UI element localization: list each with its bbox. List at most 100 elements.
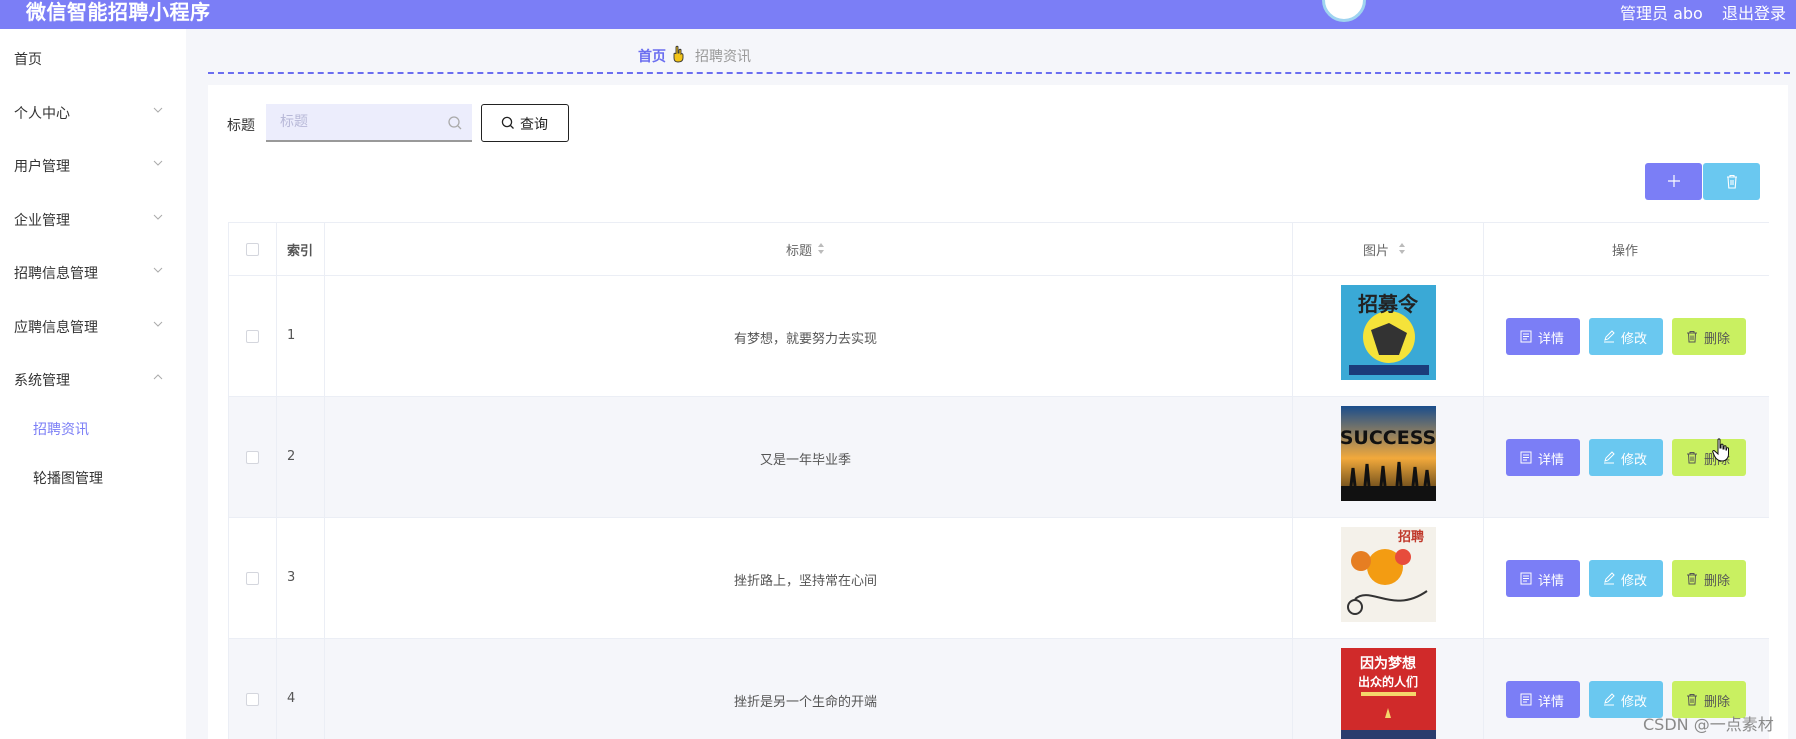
dream-poster-image[interactable]: 因为梦想 出众的人们 (1341, 648, 1436, 739)
chevron-down-icon (153, 214, 163, 220)
document-icon (1520, 330, 1532, 343)
admin-username: 管理员 abo (1620, 4, 1703, 23)
sidebar-item-user-management[interactable]: 用户管理 (0, 150, 186, 180)
sidebar-item-label: 系统管理 (14, 373, 70, 389)
document-icon (1520, 451, 1532, 464)
detail-button[interactable]: 详情 (1506, 560, 1580, 597)
edit-icon (1604, 572, 1615, 585)
delete-button-label: 删除 (1704, 695, 1731, 710)
select-all-checkbox[interactable] (246, 243, 259, 256)
column-header-label: 操作 (1612, 244, 1639, 259)
edit-button[interactable]: 修改 (1589, 439, 1663, 476)
sidebar-item-label: 应聘信息管理 (14, 320, 98, 336)
trash-icon (1687, 331, 1697, 343)
sort-icon[interactable] (1398, 242, 1406, 255)
trash-icon (1687, 694, 1697, 706)
row-index: 1 (287, 328, 296, 343)
edit-icon (1604, 451, 1615, 464)
search-input[interactable] (266, 104, 472, 142)
detail-button[interactable]: 详情 (1506, 439, 1580, 476)
detail-button-label: 详情 (1538, 695, 1565, 710)
hand-cursor-icon (1712, 438, 1729, 462)
sidebar-subitem-carousel-management[interactable]: 轮播图管理 (0, 462, 186, 492)
row-checkbox[interactable] (246, 451, 259, 464)
document-icon (1520, 572, 1532, 585)
sidebar-item-label: 用户管理 (14, 159, 70, 175)
sidebar-item-home[interactable]: 首页 (0, 43, 186, 73)
delete-button-label: 删除 (1704, 332, 1731, 347)
data-table: 索引 标题 图片 操作 1 有梦想，就要努力去实现 招募令 详情 修改 删除 2… (228, 222, 1769, 739)
sidebar-item-label: 企业管理 (14, 213, 70, 229)
divider (208, 72, 1790, 74)
breadcrumb-current: 招聘资讯 (695, 49, 751, 65)
delete-button[interactable]: 删除 (1672, 318, 1746, 355)
success-poster-image[interactable]: SUCCESS (1341, 406, 1436, 501)
avatar[interactable] (1322, 0, 1366, 22)
watermark: CSDN @一点素材 (1643, 715, 1774, 734)
trash-icon (1687, 452, 1697, 464)
row-title: 又是一年毕业季 (760, 453, 852, 468)
delete-button[interactable]: 删除 (1672, 560, 1746, 597)
batch-delete-button[interactable] (1703, 163, 1760, 200)
svg-text:出众的人们: 出众的人们 (1358, 674, 1418, 689)
chevron-down-icon (153, 160, 163, 166)
row-checkbox[interactable] (246, 572, 259, 585)
document-icon (1520, 693, 1532, 706)
detail-button-label: 详情 (1538, 332, 1565, 347)
delete-button[interactable]: 删除 (1672, 439, 1746, 476)
edit-icon (1604, 330, 1615, 343)
search-label: 标题 (227, 118, 255, 134)
edit-button-label: 修改 (1621, 574, 1648, 589)
column-header-label: 标题 (786, 244, 813, 259)
app-title: 微信智能招聘小程序 (26, 0, 211, 24)
row-index: 3 (287, 570, 296, 585)
hiring-poster-image[interactable]: 招聘 (1341, 527, 1436, 622)
row-index: 4 (287, 691, 296, 706)
sort-icon[interactable] (817, 242, 825, 255)
column-header-index: 索引 (277, 223, 325, 276)
chevron-down-icon (153, 267, 163, 273)
sidebar-item-application-info[interactable]: 应聘信息管理 (0, 311, 186, 341)
edit-button[interactable]: 修改 (1589, 318, 1663, 355)
edit-icon (1604, 693, 1615, 706)
sidebar-subitem-recruitment-news[interactable]: 招聘资讯 (0, 413, 186, 443)
sidebar-item-system-management[interactable]: 系统管理 (0, 364, 186, 394)
logout-link[interactable]: 退出登录 (1722, 0, 1786, 24)
chevron-down-icon (153, 321, 163, 327)
detail-button[interactable]: 详情 (1506, 318, 1580, 355)
column-header-title[interactable]: 标题 (325, 223, 1293, 276)
table-row: 4 挫折是另一个生命的开端 因为梦想 出众的人们 详情 修改 删除 (229, 639, 1769, 739)
sidebar-item-company-management[interactable]: 企业管理 (0, 204, 186, 234)
row-title: 挫折路上，坚持常在心间 (734, 574, 878, 589)
column-header-image[interactable]: 图片 (1293, 223, 1484, 276)
plus-icon (1668, 175, 1680, 187)
trash-icon (1687, 573, 1697, 585)
sidebar-item-label: 个人中心 (14, 106, 70, 122)
sidebar-item-recruitment-info[interactable]: 招聘信息管理 (0, 257, 186, 287)
breadcrumb-home[interactable]: 首页 (638, 46, 666, 66)
edit-button[interactable]: 修改 (1589, 560, 1663, 597)
svg-text:因为梦想: 因为梦想 (1360, 655, 1416, 672)
row-checkbox[interactable] (246, 330, 259, 343)
recruitment-poster-image[interactable]: 招募令 (1341, 285, 1436, 380)
detail-button-label: 详情 (1538, 574, 1565, 589)
add-button[interactable] (1645, 163, 1702, 200)
query-button[interactable]: 查询 (481, 104, 569, 142)
sidebar-item-label: 招聘资讯 (33, 422, 89, 438)
trash-icon (1727, 174, 1737, 189)
edit-button-label: 修改 (1621, 453, 1648, 468)
sidebar: 首页 个人中心 用户管理 企业管理 招聘信息管理 应聘信息管理 系统管理 招聘资… (0, 29, 186, 739)
column-header-actions: 操作 (1484, 223, 1769, 276)
table-row: 2 又是一年毕业季 SUCCESS 详情 修改 删除 (229, 397, 1769, 518)
header-checkbox-cell (229, 223, 277, 276)
svg-text:招聘: 招聘 (1398, 529, 1424, 545)
edit-button-label: 修改 (1621, 695, 1648, 710)
sidebar-item-personal-center[interactable]: 个人中心 (0, 97, 186, 127)
table-row: 3 挫折路上，坚持常在心间 招聘 详情 修改 删除 (229, 518, 1769, 639)
detail-button-label: 详情 (1538, 453, 1565, 468)
row-checkbox[interactable] (246, 693, 259, 706)
edit-button-label: 修改 (1621, 332, 1648, 347)
row-title: 有梦想，就要努力去实现 (734, 332, 878, 347)
detail-button[interactable]: 详情 (1506, 681, 1580, 718)
table-row: 1 有梦想，就要努力去实现 招募令 详情 修改 删除 (229, 276, 1769, 397)
